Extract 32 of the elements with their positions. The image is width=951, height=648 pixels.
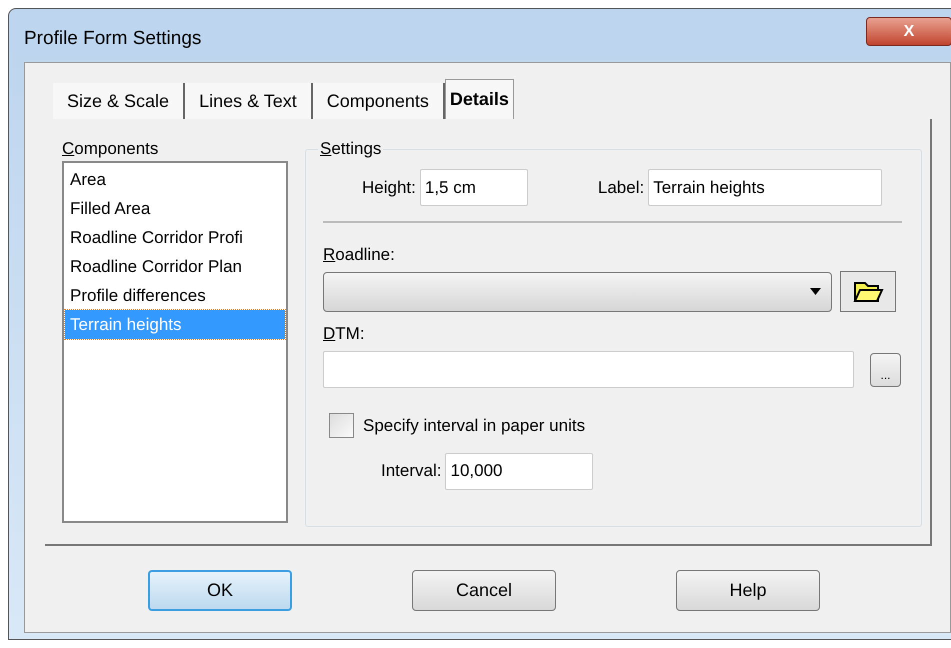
roadline-dropdown[interactable]	[323, 272, 832, 312]
list-item[interactable]: Filled Area	[65, 194, 285, 223]
tab[interactable]: Lines & Text	[185, 83, 313, 119]
height-field[interactable]: 1,5 cm	[420, 169, 528, 206]
field-label: Label:	[598, 176, 644, 199]
browse-button[interactable]	[840, 271, 896, 312]
checkbox-label: Specify interval in paper units	[363, 415, 586, 437]
field-label: Interval:	[381, 460, 442, 482]
components-list[interactable]: Area Filled Area Roadline Corridor Profi Roadline Corridor Plan Profile differences Terrain heights	[62, 161, 288, 523]
label-field[interactable]: Terrain heights	[648, 169, 882, 206]
list-item[interactable]: Area	[65, 165, 285, 194]
dropdown-arrow-icon	[810, 288, 821, 295]
dialog-button[interactable]: Help	[676, 570, 820, 611]
group-title: Settings	[318, 139, 384, 159]
field-label: Roadline:	[323, 245, 396, 265]
interval-field[interactable]: 10,000	[445, 452, 594, 490]
list-label: Components	[62, 141, 160, 157]
checkbox[interactable]	[329, 413, 354, 438]
browse-button[interactable]: ...	[870, 352, 901, 386]
dialog-button[interactable]: OK	[148, 570, 292, 611]
tab[interactable]: Components	[312, 83, 445, 119]
tab[interactable]: Details	[444, 79, 514, 119]
field-label: Height:	[362, 176, 416, 199]
list-item[interactable]: Roadline Corridor Profi	[65, 223, 285, 252]
field-label: DTM:	[323, 324, 366, 344]
list-item[interactable]: Profile differences	[65, 281, 285, 310]
folder-icon	[852, 280, 884, 304]
tab[interactable]: Size & Scale	[53, 83, 186, 119]
window-title: Profile Form Settings	[24, 27, 202, 51]
list-item[interactable]: Roadline Corridor Plan	[65, 252, 285, 281]
dialog-button[interactable]: Cancel	[412, 570, 556, 611]
dtm-field[interactable]	[323, 351, 854, 388]
